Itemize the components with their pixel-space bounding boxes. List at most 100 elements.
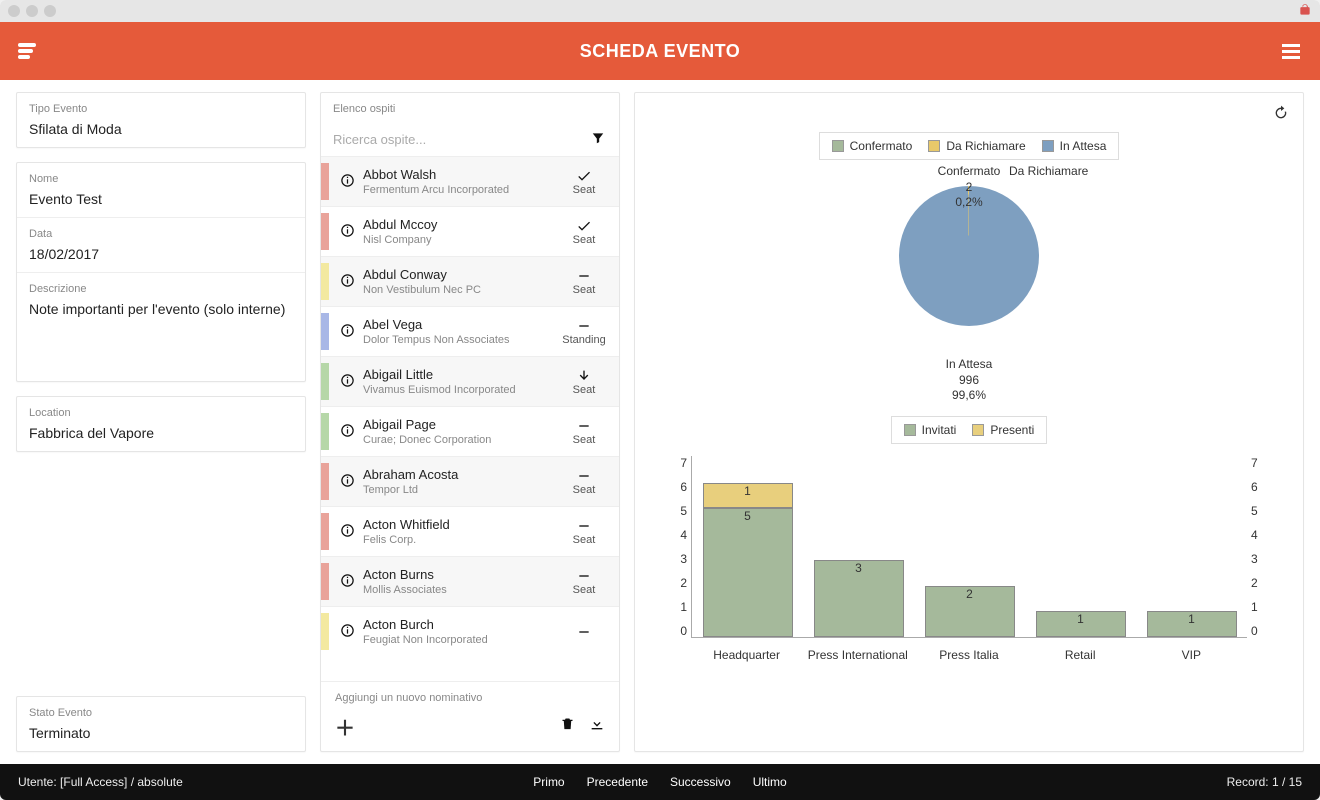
guest-status-icon [561,624,607,640]
guest-seat: Seat [573,284,596,296]
refresh-icon[interactable] [1273,105,1289,126]
info-icon[interactable] [337,423,357,441]
zoom-dot[interactable] [44,5,56,17]
guest-name: Abraham Acosta [363,467,561,482]
pie-top-pct: 0,2% [955,195,982,209]
bar-category-label: Press International [802,648,913,662]
event-type-value[interactable]: Sfilata di Moda [29,121,293,137]
bar-category-label: VIP [1136,648,1247,662]
event-date-label: Data [29,228,293,240]
pie-chart: Confermato 2 0,2% Da Richiamare In Attes… [649,164,1289,404]
guest-color-bar [321,563,329,600]
guest-seat: Standing [562,334,605,346]
event-location-card: Location Fabbrica del Vapore [16,396,306,452]
guest-row[interactable]: Abraham AcostaTempor LtdSeat [321,456,619,506]
traffic-lights [8,5,56,17]
guest-name: Acton Burns [363,567,561,582]
event-location-value[interactable]: Fabbrica del Vapore [29,425,293,441]
charts-card: Confermato Da Richiamare In Attesa Confe… [634,92,1304,752]
info-icon[interactable] [337,273,357,291]
guest-company: Fermentum Arcu Incorporated [363,184,561,196]
bar-column: 1 [1036,611,1126,637]
bar-invitati: 1 [1147,611,1237,637]
guest-name: Abigail Page [363,417,561,432]
nav-first[interactable]: Primo [533,775,564,789]
guest-row[interactable]: Acton WhitfieldFelis Corp.Seat [321,506,619,556]
guest-row[interactable]: Abbot WalshFermentum Arcu IncorporatedSe… [321,156,619,206]
guest-row[interactable]: Abigail LittleVivamus Euismod Incorporat… [321,356,619,406]
info-icon[interactable] [337,473,357,491]
pie-top-label: Confermato [938,164,1001,178]
nav-prev[interactable]: Precedente [587,775,648,789]
guest-company: Dolor Tempus Non Associates [363,334,561,346]
bar-legend: Invitati Presenti [891,416,1048,444]
guest-company: Feugiat Non Incorporated [363,634,561,646]
event-desc-value[interactable]: Note importanti per l'evento (solo inter… [29,301,293,371]
event-date-value[interactable]: 18/02/2017 [29,246,293,262]
guest-color-bar [321,513,329,550]
delete-guest-button[interactable] [560,716,575,737]
pie-legend-darichiamare: Da Richiamare [946,139,1025,153]
guest-status-icon [561,418,607,434]
pie-legend-confermato: Confermato [850,139,913,153]
guest-seat: Seat [573,584,596,596]
guest-row[interactable]: Abel Vega Dolor Tempus Non AssociatesStan… [321,306,619,356]
export-guests-button[interactable] [589,716,605,737]
guest-status-icon [561,268,607,284]
guest-rows: Abbot WalshFermentum Arcu IncorporatedSe… [321,156,619,681]
bar-legend-invitati: Invitati [922,423,957,437]
pie-bottom-pct: 99,6% [952,388,986,402]
search-input[interactable] [333,132,583,147]
bar-chart: 76543210 513211 76543210 HeadquarterPres… [649,456,1289,666]
bar-invitati: 5 [703,508,793,637]
database-icon[interactable] [18,43,36,59]
info-icon[interactable] [337,573,357,591]
info-icon[interactable] [337,523,357,541]
pie-legend: Confermato Da Richiamare In Attesa [819,132,1120,160]
guest-row[interactable]: Acton Burch Feugiat Non Incorporated [321,606,619,656]
menu-icon[interactable] [1282,44,1300,59]
pie-legend-inattesa: In Attesa [1060,139,1107,153]
guest-name: Abel Vega [363,317,561,332]
guest-seat: Seat [573,184,596,196]
guest-name: Abdul Mccoy [363,217,561,232]
guest-color-bar [321,163,329,200]
add-guest-button[interactable]: ＋ [335,712,355,741]
guest-row[interactable]: Abigail PageCurae; Donec CorporationSeat [321,406,619,456]
guest-row[interactable]: Abdul MccoyNisl CompanySeat [321,206,619,256]
info-icon[interactable] [337,173,357,191]
nav-last[interactable]: Ultimo [753,775,787,789]
window-titlebar [0,0,1320,22]
event-type-card: Tipo Evento Sfilata di Moda [16,92,306,148]
event-status-label: Stato Evento [29,707,293,719]
guest-status-icon [561,368,607,384]
guest-name: Acton Whitfield [363,517,561,532]
guest-status-icon [561,518,607,534]
pie-side-label: Da Richiamare [1009,164,1088,178]
info-icon[interactable] [337,373,357,391]
info-icon[interactable] [337,223,357,241]
bar-column: 2 [925,586,1015,637]
event-name-value[interactable]: Evento Test [29,191,293,207]
guest-name: Abdul Conway [363,267,561,282]
record-counter: Record: 1 / 15 [1227,775,1302,789]
guest-name: Acton Burch [363,617,561,632]
guest-row[interactable]: Acton BurnsMollis AssociatesSeat [321,556,619,606]
event-type-label: Tipo Evento [29,103,293,115]
unlock-icon[interactable] [1298,3,1312,20]
guest-color-bar [321,313,329,350]
guest-row[interactable]: Abdul Conway Non Vestibulum Nec PC Seat [321,256,619,306]
guest-name: Abigail Little [363,367,561,382]
info-icon[interactable] [337,623,357,641]
guest-color-bar [321,463,329,500]
info-icon[interactable] [337,323,357,341]
guest-color-bar [321,213,329,250]
nav-next[interactable]: Successivo [670,775,731,789]
minimize-dot[interactable] [26,5,38,17]
filter-icon[interactable] [591,131,605,148]
page-title: SCHEDA EVENTO [580,41,741,62]
page-header: SCHEDA EVENTO [0,22,1320,80]
guest-company: Non Vestibulum Nec PC [363,284,561,296]
event-status-value[interactable]: Terminato [29,725,293,741]
close-dot[interactable] [8,5,20,17]
